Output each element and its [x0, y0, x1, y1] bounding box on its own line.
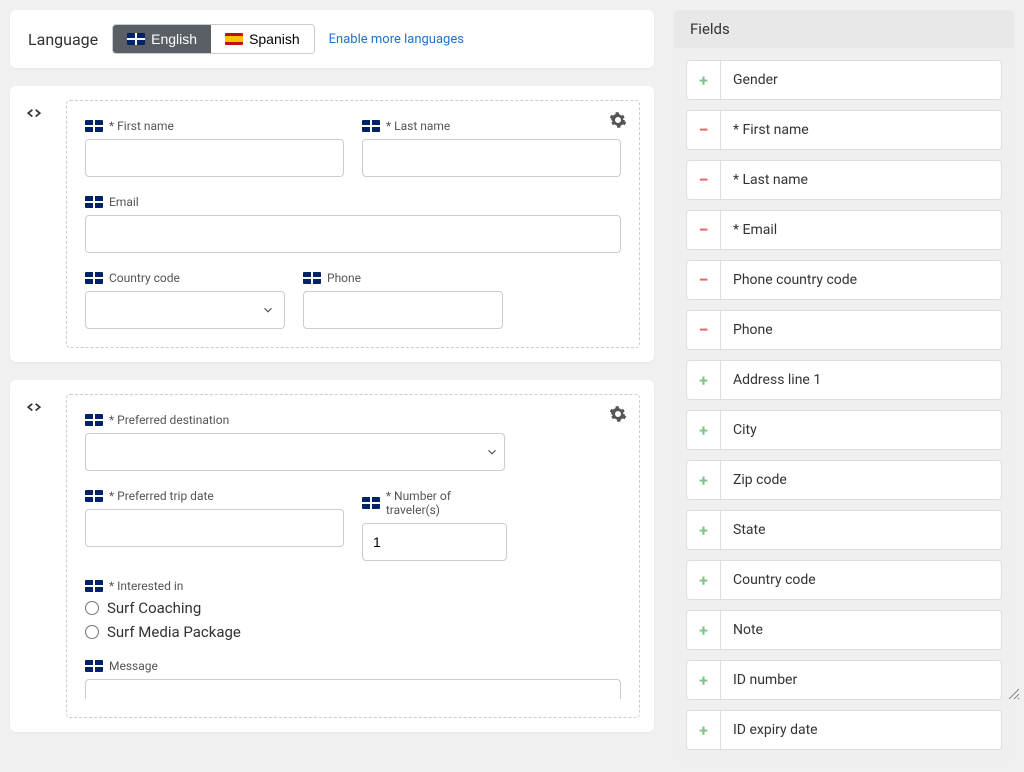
message-label: Message	[85, 659, 621, 673]
field-item-label: ID number	[721, 661, 1001, 699]
field-item[interactable]: −Phone country code	[686, 260, 1002, 300]
email-label: Email	[85, 195, 621, 209]
field-item-label: Note	[721, 611, 1001, 649]
field-item-label: Country code	[721, 561, 1001, 599]
travelers-input[interactable]	[362, 523, 507, 561]
destination-select[interactable]	[85, 433, 505, 471]
interested-option-surf-coaching[interactable]: Surf Coaching	[85, 599, 621, 617]
field-item[interactable]: +ID expiry date	[686, 710, 1002, 750]
es-flag-icon	[225, 33, 243, 45]
language-bar: Language English Spanish Enable more lan…	[10, 10, 654, 68]
radio-label: Surf Media Package	[107, 623, 241, 641]
field-item[interactable]: +Address line 1	[686, 360, 1002, 400]
field-item[interactable]: +Country code	[686, 560, 1002, 600]
plus-icon[interactable]: +	[687, 611, 721, 649]
form-section-trip: * Preferred destination	[10, 380, 654, 732]
uk-flag-icon	[85, 580, 103, 592]
field-item-label: * Last name	[721, 161, 1001, 199]
plus-icon[interactable]: +	[687, 61, 721, 99]
language-spanish-button[interactable]: Spanish	[211, 25, 314, 53]
field-item[interactable]: +State	[686, 510, 1002, 550]
plus-icon[interactable]: +	[687, 461, 721, 499]
trip-date-input[interactable]	[85, 509, 344, 547]
uk-flag-icon	[85, 490, 103, 502]
radio-input[interactable]	[85, 601, 99, 615]
field-item-label: State	[721, 511, 1001, 549]
enable-more-languages-link[interactable]: Enable more languages	[329, 32, 464, 47]
fields-list: +Gender−* First name−* Last name−* Email…	[674, 48, 1014, 762]
uk-flag-icon	[303, 272, 321, 284]
uk-flag-icon	[85, 414, 103, 426]
field-item-label: Address line 1	[721, 361, 1001, 399]
field-item[interactable]: −Phone	[686, 310, 1002, 350]
resize-handle-icon[interactable]	[1006, 686, 1020, 700]
field-item[interactable]: +City	[686, 410, 1002, 450]
first-name-input[interactable]	[85, 139, 344, 177]
gear-icon[interactable]	[609, 405, 627, 423]
sort-handle-icon[interactable]	[24, 398, 54, 418]
field-item-label: Phone country code	[721, 261, 1001, 299]
plus-icon[interactable]: +	[687, 711, 721, 749]
radio-label: Surf Coaching	[107, 599, 201, 617]
field-item[interactable]: −* Email	[686, 210, 1002, 250]
interested-label: * Interested in	[85, 579, 621, 593]
uk-flag-icon	[85, 660, 103, 672]
first-name-label: * First name	[85, 119, 344, 133]
uk-flag-icon	[362, 120, 380, 132]
language-english-button[interactable]: English	[113, 25, 211, 53]
interested-option-surf-media[interactable]: Surf Media Package	[85, 623, 621, 641]
field-item[interactable]: +Gender	[686, 60, 1002, 100]
travelers-label: * Number of traveler(s)	[362, 489, 507, 517]
minus-icon[interactable]: −	[687, 111, 721, 149]
language-toggle: English Spanish	[112, 24, 315, 54]
sort-handle-icon[interactable]	[24, 104, 54, 124]
field-item-label: Zip code	[721, 461, 1001, 499]
fields-panel: Fields +Gender−* First name−* Last name−…	[674, 10, 1014, 762]
language-label: Language	[28, 30, 98, 49]
language-english-label: English	[151, 31, 197, 47]
uk-flag-icon	[85, 120, 103, 132]
radio-input[interactable]	[85, 625, 99, 639]
phone-label: Phone	[303, 271, 503, 285]
trip-date-label: * Preferred trip date	[85, 489, 344, 503]
field-item[interactable]: +Zip code	[686, 460, 1002, 500]
field-item-label: * First name	[721, 111, 1001, 149]
last-name-label: * Last name	[362, 119, 621, 133]
minus-icon[interactable]: −	[687, 311, 721, 349]
uk-flag-icon	[362, 497, 380, 509]
field-item-label: * Email	[721, 211, 1001, 249]
uk-flag-icon	[85, 272, 103, 284]
plus-icon[interactable]: +	[687, 561, 721, 599]
uk-flag-icon	[127, 33, 145, 45]
phone-input[interactable]	[303, 291, 503, 329]
fields-header: Fields	[674, 10, 1014, 48]
minus-icon[interactable]: −	[687, 211, 721, 249]
field-item-label: Gender	[721, 61, 1001, 99]
message-input[interactable]	[85, 679, 621, 699]
plus-icon[interactable]: +	[687, 361, 721, 399]
email-input[interactable]	[85, 215, 621, 253]
field-item-label: ID expiry date	[721, 711, 1001, 749]
field-item-label: Phone	[721, 311, 1001, 349]
field-item-label: City	[721, 411, 1001, 449]
form-section-contact: * First name * Last name	[10, 86, 654, 362]
field-item[interactable]: +ID number	[686, 660, 1002, 700]
field-item[interactable]: +Note	[686, 610, 1002, 650]
gear-icon[interactable]	[609, 111, 627, 129]
country-code-select[interactable]	[85, 291, 285, 329]
plus-icon[interactable]: +	[687, 511, 721, 549]
field-item[interactable]: −* First name	[686, 110, 1002, 150]
destination-label: * Preferred destination	[85, 413, 621, 427]
minus-icon[interactable]: −	[687, 261, 721, 299]
language-spanish-label: Spanish	[249, 31, 300, 47]
plus-icon[interactable]: +	[687, 411, 721, 449]
last-name-input[interactable]	[362, 139, 621, 177]
plus-icon[interactable]: +	[687, 661, 721, 699]
minus-icon[interactable]: −	[687, 161, 721, 199]
uk-flag-icon	[85, 196, 103, 208]
field-item[interactable]: −* Last name	[686, 160, 1002, 200]
country-code-label: Country code	[85, 271, 285, 285]
